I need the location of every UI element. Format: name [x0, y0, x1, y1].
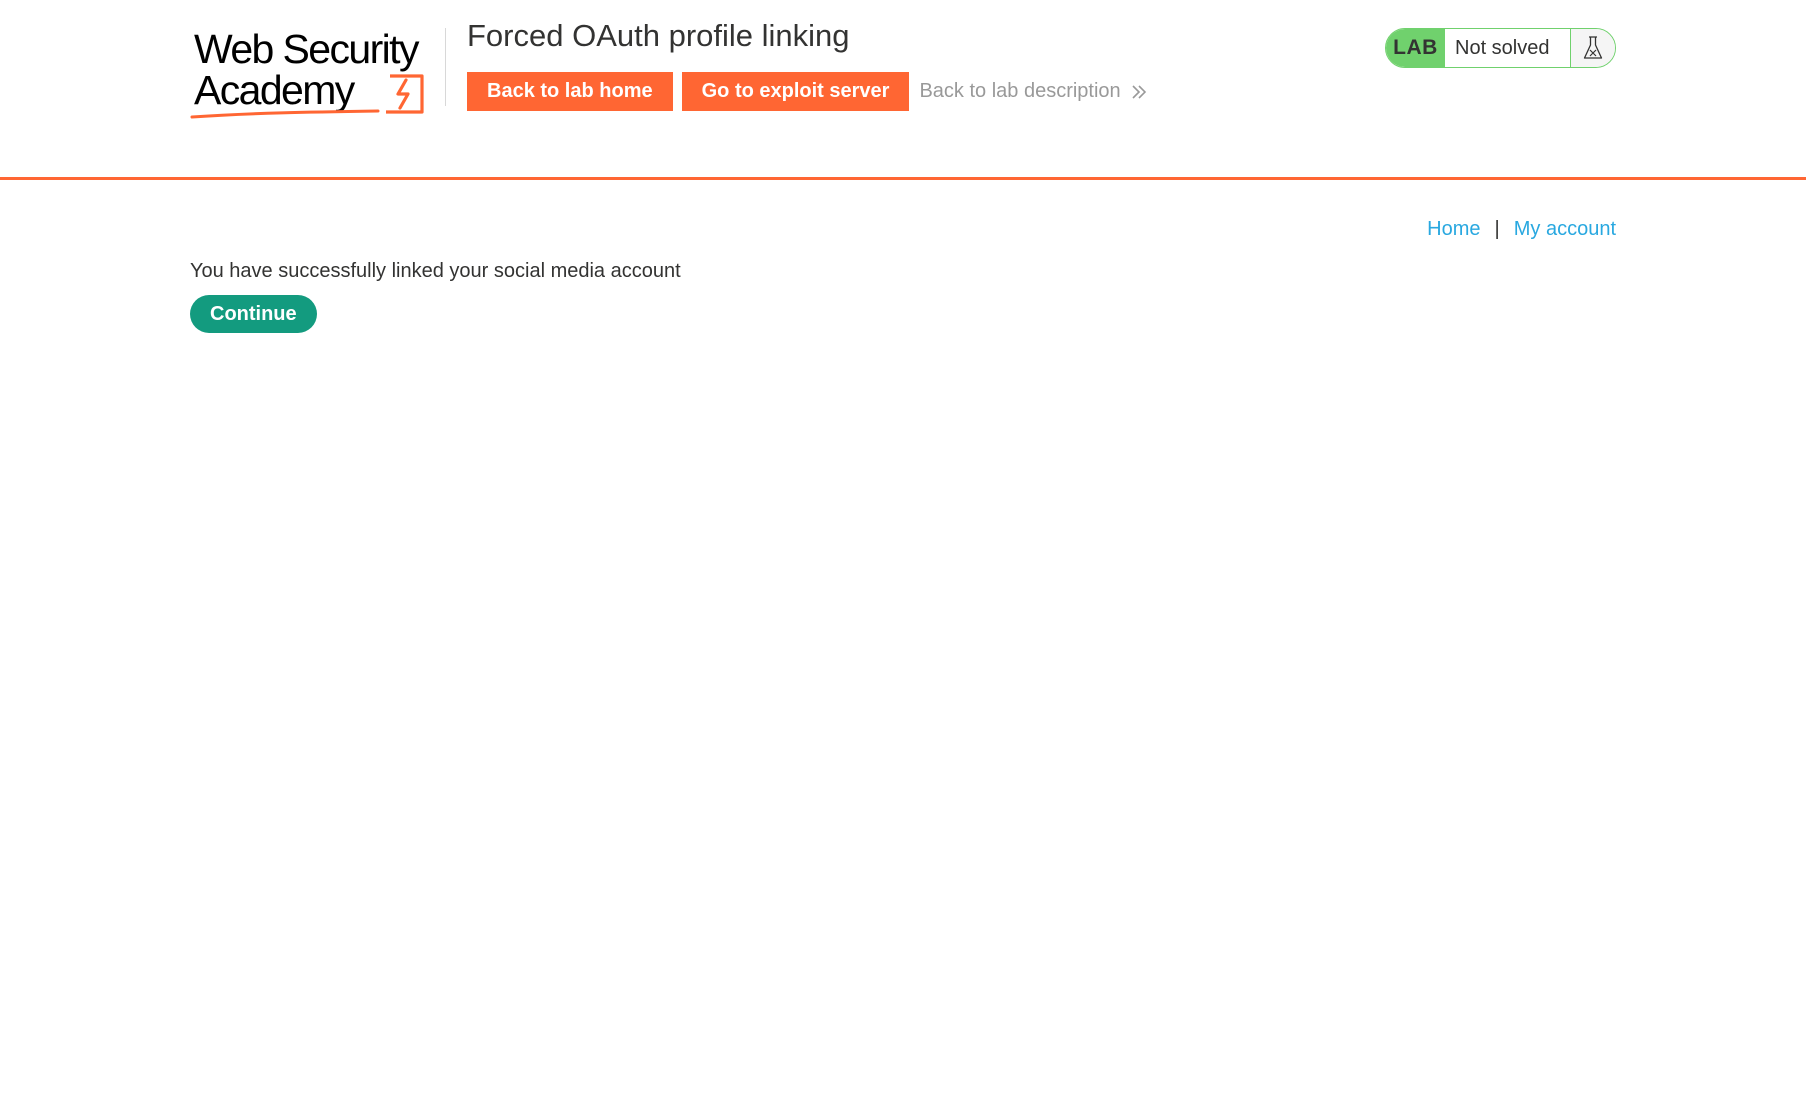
go-to-exploit-server-button[interactable]: Go to exploit server — [681, 72, 910, 111]
back-to-lab-home-button[interactable]: Back to lab home — [467, 72, 673, 111]
lab-actions: Back to lab home Go to exploit server Ba… — [467, 72, 1147, 111]
lab-status-text: Not solved — [1455, 36, 1550, 59]
flask-icon — [1570, 29, 1615, 67]
logo-text-line1: Web Security — [194, 26, 420, 72]
main-content: You have successfully linked your social… — [190, 260, 681, 333]
back-to-lab-description-link[interactable]: Back to lab description — [919, 80, 1146, 103]
continue-button[interactable]: Continue — [190, 295, 317, 333]
lab-header: Web Security Academy Forced OAuth profil… — [0, 0, 1806, 180]
success-message: You have successfully linked your social… — [190, 260, 681, 282]
logo-text-line2: Academy — [194, 67, 356, 113]
double-chevron-right-icon — [1132, 84, 1146, 99]
lab-status-label: LAB — [1386, 29, 1445, 67]
my-account-link[interactable]: My account — [1514, 218, 1616, 241]
web-security-academy-logo[interactable]: Web Security Academy — [190, 24, 442, 120]
top-navigation: Home | My account — [1427, 218, 1616, 241]
nav-separator: | — [1494, 218, 1500, 240]
back-to-lab-description-label: Back to lab description — [919, 80, 1121, 102]
home-link[interactable]: Home — [1427, 218, 1480, 241]
lab-title: Forced OAuth profile linking — [467, 18, 850, 53]
logo-divider — [445, 28, 446, 106]
lab-status-widget: LAB Not solved — [1385, 28, 1616, 68]
